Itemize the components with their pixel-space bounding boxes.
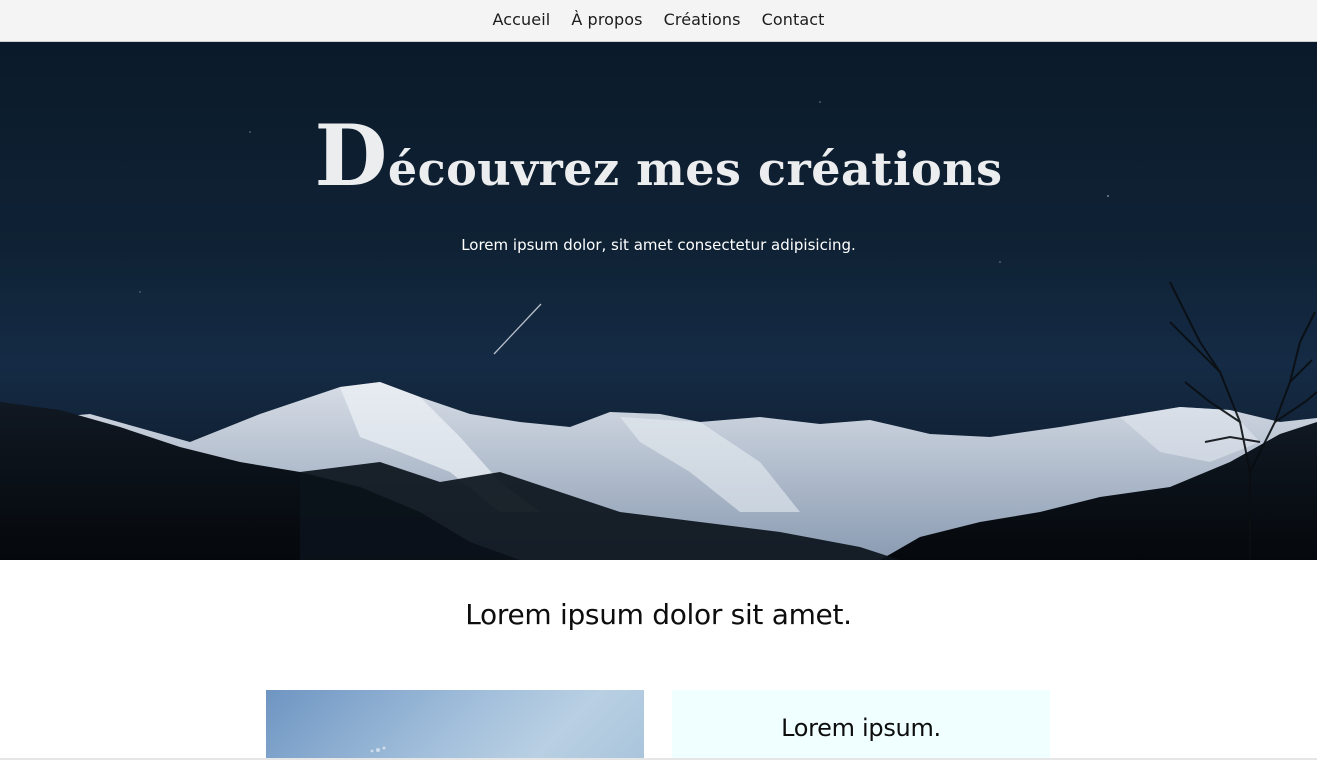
card-heading: Lorem ipsum. — [781, 714, 941, 742]
section-title: Lorem ipsum dolor sit amet. — [465, 598, 852, 631]
hero-title-text: écouvrez mes créations — [387, 142, 1003, 196]
main-navigation: Accueil À propos Créations Contact — [0, 0, 1317, 42]
hero-banner: Découvrez mes créations Lorem ipsum dolo… — [0, 42, 1317, 560]
sky-photo — [370, 746, 386, 753]
nav-link-creations[interactable]: Créations — [664, 10, 741, 32]
nav-link-accueil[interactable]: Accueil — [492, 10, 550, 32]
text-card: Lorem ipsum. — [672, 690, 1050, 760]
card-sky-image — [266, 690, 644, 760]
hero-title: Découvrez mes créations — [0, 114, 1317, 198]
nav-link-a-propos[interactable]: À propos — [571, 10, 642, 32]
hero-subtitle: Lorem ipsum dolor, sit amet consectetur … — [461, 236, 856, 254]
nav-link-contact[interactable]: Contact — [762, 10, 825, 32]
hero-title-initial: D — [314, 106, 388, 205]
